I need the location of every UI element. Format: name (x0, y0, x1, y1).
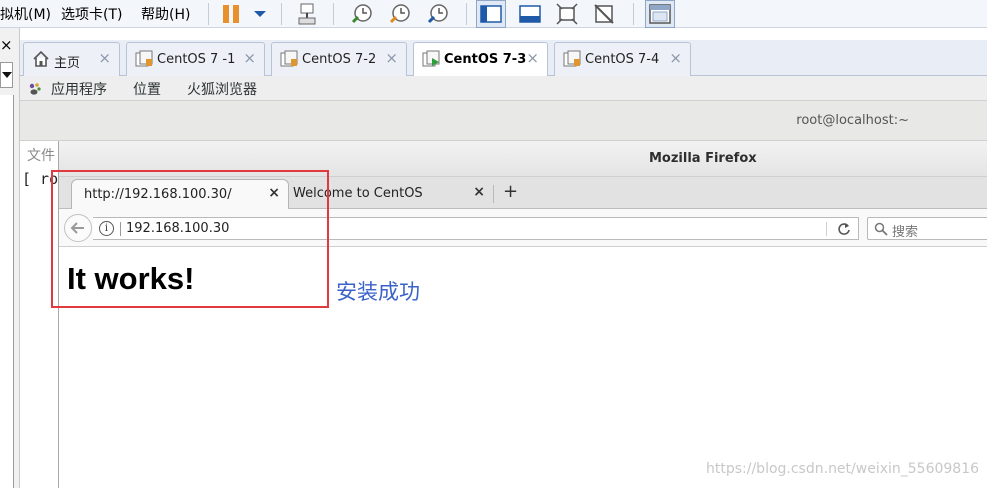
terminal-titlebar[interactable]: root@localhost:~ (20, 101, 987, 141)
tab-label: CentOS 7-2 (302, 52, 377, 67)
tab-centos-7-3[interactable]: CentOS 7-3 × (413, 42, 548, 77)
sidebar-view-icon (480, 5, 502, 23)
toolbar-separator (208, 3, 209, 25)
search-icon (874, 222, 888, 236)
tab-separator (493, 185, 494, 203)
vm-running-icon (422, 50, 440, 67)
terminal-file-menu[interactable]: 文件 (27, 145, 55, 165)
thumbnail-bar-icon[interactable] (518, 2, 542, 26)
tab-label: CentOS 7-3 (444, 52, 527, 67)
tab-close-button[interactable]: × (385, 49, 398, 67)
chevron-down-icon (2, 72, 12, 78)
search-input[interactable]: 搜索 (867, 217, 987, 240)
annotation-text: 安装成功 (336, 280, 420, 304)
terminal-title: root@localhost:~ (796, 113, 909, 128)
view-library-button[interactable] (476, 0, 506, 28)
chevron-down-icon[interactable] (248, 2, 272, 26)
new-tab-button[interactable]: + (503, 181, 518, 202)
gnome-places-menu[interactable]: 位置 (133, 79, 161, 99)
library-dropdown[interactable] (0, 62, 13, 88)
url-separator (826, 222, 827, 236)
snapshot-manager-icon[interactable] (426, 2, 450, 26)
tab-centos-7-4[interactable]: CentOS 7-4 × (554, 42, 691, 76)
vm-icon (135, 50, 153, 67)
gnome-browser-launcher[interactable]: 火狐浏览器 (187, 79, 257, 99)
search-placeholder: 搜索 (892, 225, 919, 240)
pause-icon[interactable] (220, 2, 244, 26)
tab-centos-7-1[interactable]: CentOS 7 -1 × (126, 42, 265, 76)
console-view-button[interactable] (645, 0, 675, 28)
tab-label: 主页 (54, 56, 81, 71)
toolbar-separator (633, 3, 634, 25)
tab-label: CentOS 7 -1 (157, 52, 236, 67)
tab-centos-7-2[interactable]: CentOS 7-2 × (271, 42, 407, 76)
home-icon (33, 50, 49, 67)
fullscreen-icon[interactable] (555, 2, 579, 26)
tab-close-button[interactable]: × (526, 49, 539, 67)
highlight-annotation-box (51, 170, 329, 308)
tab-label: CentOS 7-4 (585, 52, 660, 67)
vmware-toolbar: 虚拟机(M) 选项卡(T) 帮助(H) (0, 0, 987, 28)
tab-close-button[interactable]: × (473, 184, 485, 200)
tab-close-button[interactable]: × (669, 49, 682, 67)
vm-icon (280, 50, 298, 67)
vm-icon (563, 50, 581, 67)
watermark: https://blog.csdn.net/weixin_55609816 (706, 461, 980, 477)
library-close-button[interactable]: × (0, 38, 13, 53)
menu-help[interactable]: 帮助(H) (141, 4, 190, 24)
tab-home[interactable]: 主页 × (23, 42, 120, 76)
reload-icon[interactable] (837, 222, 851, 236)
menu-tabs[interactable]: 选项卡(T) (61, 4, 122, 24)
window-title: Mozilla Firefox (649, 151, 757, 166)
library-tree[interactable] (0, 95, 14, 488)
gnome-top-panel: 应用程序 位置 火狐浏览器 (20, 76, 987, 101)
tab-close-button[interactable]: × (98, 49, 111, 67)
send-keys-icon[interactable] (295, 2, 319, 26)
toolbar-separator (281, 3, 282, 25)
toolbar-separator (333, 3, 334, 25)
vm-tab-bar: 主页 × CentOS 7 -1 × CentOS 7-2 × CentOS 7… (20, 40, 987, 77)
gnome-foot-icon (29, 83, 41, 95)
console-view-icon (649, 4, 671, 24)
tab-close-button[interactable]: × (243, 49, 256, 67)
gnome-applications-menu[interactable]: 应用程序 (51, 79, 107, 99)
menu-vm[interactable]: 虚拟机(M) (0, 4, 51, 24)
toolbar-separator (466, 3, 467, 25)
unity-mode-icon[interactable] (592, 2, 616, 26)
snapshot-icon[interactable] (350, 2, 374, 26)
revert-snapshot-icon[interactable] (388, 2, 412, 26)
